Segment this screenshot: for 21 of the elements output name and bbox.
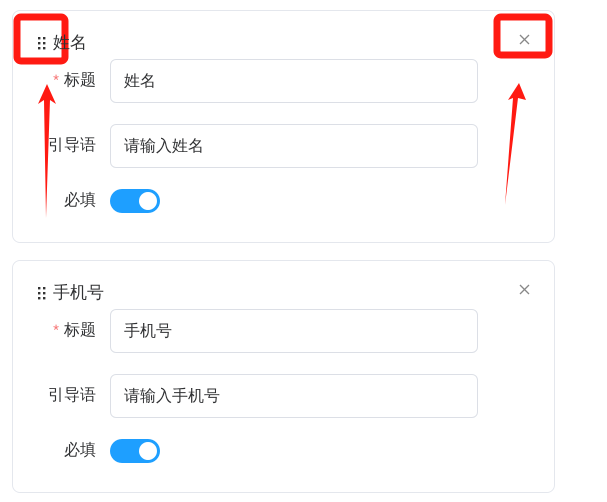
field-label: 标题 bbox=[64, 321, 96, 341]
drag-handle-icon[interactable] bbox=[38, 36, 47, 50]
card-title: 手机号 bbox=[53, 282, 104, 304]
toggle-switch[interactable] bbox=[110, 439, 160, 463]
input-field[interactable]: 请输入姓名 bbox=[110, 124, 478, 168]
field-label: 引导语 bbox=[48, 136, 96, 156]
input-field[interactable]: 姓名 bbox=[110, 59, 478, 103]
field-label: 标题 bbox=[64, 71, 96, 91]
field-label: 引导语 bbox=[48, 386, 96, 406]
close-icon[interactable] bbox=[519, 34, 530, 45]
toggle-switch[interactable] bbox=[110, 189, 160, 213]
field-label: 必填 bbox=[64, 440, 96, 461]
required-mark: * bbox=[53, 320, 59, 341]
highlight-box bbox=[14, 14, 68, 64]
highlight-box bbox=[494, 14, 552, 58]
input-field[interactable]: 手机号 bbox=[110, 309, 478, 353]
required-mark: * bbox=[53, 70, 59, 91]
drag-handle-icon[interactable] bbox=[38, 286, 47, 300]
input-field[interactable]: 请输入手机号 bbox=[110, 374, 478, 418]
close-icon[interactable] bbox=[519, 284, 530, 295]
field-label: 必填 bbox=[64, 190, 96, 211]
